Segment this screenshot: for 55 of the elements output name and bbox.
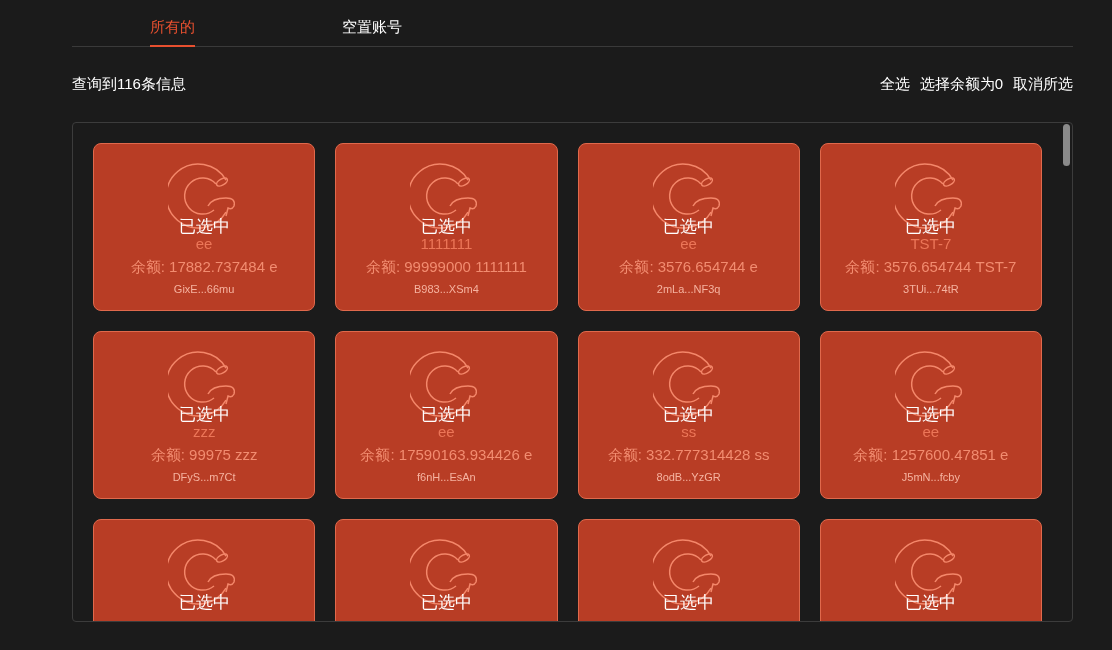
token-name: ss <box>681 424 697 439</box>
balance-text: 余额: 332.777314428 ss <box>607 447 770 462</box>
account-card[interactable]: 已选中 <box>93 519 316 621</box>
selected-label: 已选中 <box>663 218 715 235</box>
account-card[interactable]: 已选中 ee 余额: 17590163.934426 e f6nH...EsAn <box>335 331 558 499</box>
address-text: f6nH...EsAn <box>417 472 476 483</box>
account-card[interactable]: 已选中 1111111 余额: 99999000 1111111 B983...XSm4 <box>335 143 558 311</box>
account-card[interactable]: 已选中 <box>819 519 1042 621</box>
token-name: ee <box>438 424 455 439</box>
selected-label: 已选中 <box>178 406 230 423</box>
balance-text: 余额: 1257600.47851 e <box>853 447 1009 462</box>
balance-text: 余额: 99975 zzz <box>150 447 258 462</box>
selected-label: 已选中 <box>420 406 472 423</box>
selected-label: 已选中 <box>905 594 957 611</box>
token-name: ee <box>680 236 697 251</box>
account-card[interactable]: 已选中 <box>335 519 558 621</box>
account-card[interactable]: 已选中 <box>577 519 800 621</box>
tab[interactable]: 空置账号 <box>342 0 402 47</box>
selected-label: 已选中 <box>663 594 715 611</box>
token-name: 1111111 <box>420 236 473 251</box>
account-card[interactable]: 已选中 ee 余额: 17882.737484 e GixE...66mu <box>93 143 316 311</box>
address-text: J5mN...fcby <box>901 472 960 483</box>
selected-label: 已选中 <box>420 218 472 235</box>
account-card[interactable]: 已选中 zzz 余额: 99975 zzz DFyS...m7Ct <box>93 331 316 499</box>
account-card[interactable]: 已选中 ss 余额: 332.777314428 ss 8odB...YzGR <box>577 331 800 499</box>
balance-text: 余额: 3576.654744 TST-7 <box>845 259 1017 274</box>
address-text: B983...XSm4 <box>413 284 479 295</box>
action-link[interactable]: 选择余额为0 <box>919 73 1003 96</box>
action-link[interactable]: 全选 <box>879 73 910 96</box>
balance-text: 余额: 17882.737484 e <box>130 259 278 274</box>
address-text: 2mLa...NF3q <box>656 284 721 295</box>
token-name: ee <box>922 424 940 439</box>
account-card[interactable]: 已选中 ee 余额: 1257600.47851 e J5mN...fcby <box>819 331 1042 499</box>
address-text: DFyS...m7Ct <box>172 472 236 483</box>
address-text: GixE...66mu <box>173 284 235 295</box>
selected-label: 已选中 <box>420 594 472 611</box>
selected-label: 已选中 <box>178 218 230 235</box>
scrollbar-thumb[interactable] <box>1063 124 1070 166</box>
address-text: 3TUi...74tR <box>903 284 959 295</box>
action-link[interactable]: 取消所选 <box>1013 73 1073 96</box>
token-name: ee <box>195 236 213 251</box>
token-name: TST-7 <box>910 236 952 251</box>
balance-text: 余额: 17590163.934426 e <box>360 447 533 462</box>
selected-label: 已选中 <box>905 406 957 423</box>
balance-text: 余额: 99999000 1111111 <box>365 259 527 274</box>
tab[interactable]: 所有的 <box>149 0 195 47</box>
account-card[interactable]: 已选中 TST-7 余额: 3576.654744 TST-7 3TUi...74tR <box>819 143 1042 311</box>
account-card[interactable]: 已选中 ee 余额: 3576.654744 e 2mLa...NF3q <box>577 143 800 311</box>
address-text: 8odB...YzGR <box>656 472 721 483</box>
selected-label: 已选中 <box>178 594 230 611</box>
selected-label: 已选中 <box>905 218 957 235</box>
result-count: 查询到116条信息 <box>72 74 186 95</box>
token-name: zzz <box>192 424 216 439</box>
selected-label: 已选中 <box>663 406 715 423</box>
balance-text: 余额: 3576.654744 e <box>619 259 758 274</box>
